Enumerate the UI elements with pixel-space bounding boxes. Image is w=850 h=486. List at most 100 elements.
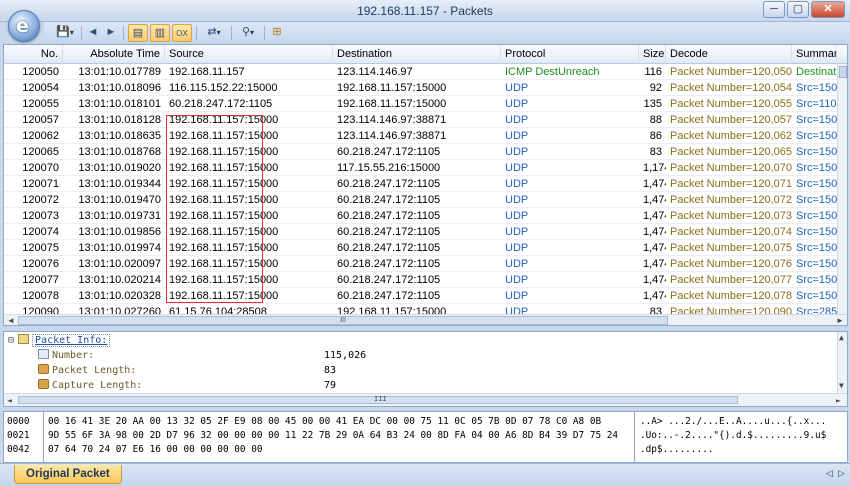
column-header-size[interactable]: Size [639, 45, 666, 64]
filter-icon[interactable]: ⚲▾ [235, 24, 261, 42]
app-orb-button[interactable]: e [8, 10, 40, 42]
cell-time: 13:01:10.019856 [78, 226, 161, 238]
cell-summary: Src=1500 [796, 114, 837, 126]
cell-time: 13:01:10.017789 [78, 66, 161, 78]
lock-icon[interactable]: ⊞ [268, 24, 286, 42]
minimize-button[interactable]: ─ [763, 1, 785, 18]
hex-offset: 0042 [7, 444, 30, 455]
grid-vertical-scrollbar[interactable] [837, 64, 847, 314]
column-header-destination[interactable]: Destination [333, 45, 501, 64]
table-row[interactable]: 120072 13:01:10.019470 192.168.11.157:1500… [4, 192, 837, 208]
table-row[interactable]: 120070 13:01:10.019020 192.168.11.157:1500… [4, 160, 837, 176]
hex-view-icon[interactable]: OX [172, 24, 192, 42]
cell-decode: Packet Number=120,072 [670, 194, 792, 206]
hex-ascii[interactable]: .dp$......... [640, 443, 713, 457]
packet-grid: No. Absolute Time Source Destination Pro… [3, 44, 848, 326]
cell-size: 86 [649, 130, 662, 142]
tree-field-packet-length[interactable]: Packet Length: [38, 363, 136, 378]
cell-summary: Destinati [796, 66, 837, 78]
hex-ascii[interactable]: ..A> ...2./...E..A....u...{..x... [640, 415, 826, 429]
cell-size: 83 [649, 146, 662, 158]
prev-icon[interactable]: ◄ [85, 24, 101, 42]
detail-view-icon[interactable]: ▥ [150, 24, 170, 42]
tab-scroll-right-icon[interactable]: ▷ [838, 468, 845, 479]
table-row[interactable]: 120055 13:01:10.018101 60.218.247.172:1105… [4, 96, 837, 112]
tab-original-packet[interactable]: Original Packet [14, 465, 122, 484]
cell-destination: 60.218.247.172:1105 [337, 146, 441, 158]
cell-time: 13:01:10.018128 [78, 114, 161, 126]
column-header-absolute-time[interactable]: Absolute Time [63, 45, 165, 64]
source-highlight-box [166, 115, 263, 303]
hex-ascii[interactable]: .Uo:..-.2...."{).d.$.........9.u$ [640, 429, 826, 443]
cell-time: 13:01:10.018635 [78, 130, 161, 142]
cell-no: 120073 [22, 210, 59, 222]
cell-protocol: UDP [505, 178, 529, 190]
cell-no: 120072 [22, 194, 59, 206]
table-row[interactable]: 120075 13:01:10.019974 192.168.11.157:1500… [4, 240, 837, 256]
list-view-icon[interactable]: ▤ [128, 24, 148, 42]
grid-horizontal-scrollbar[interactable]: ◄ III ► [4, 314, 847, 325]
column-header-summary[interactable]: Summar [792, 45, 837, 64]
table-row[interactable]: 120090 13:01:10.027260 61.15.76.104:28508 1… [4, 304, 837, 314]
cell-decode: Packet Number=120,054 [670, 82, 792, 94]
cell-summary: Src=1500 [796, 146, 837, 158]
table-row[interactable]: 120073 13:01:10.019731 192.168.11.157:1500… [4, 208, 837, 224]
tree-hscroll-thumb[interactable]: III [18, 395, 738, 404]
tab-scroll-left-icon[interactable]: ◁ [826, 468, 833, 479]
cell-size: 116 [644, 66, 662, 78]
cell-size: 88 [649, 114, 662, 126]
hex-bytes[interactable]: 9D 55 6F 3A 98 00 2D D7 96 32 00 00 00 0… [48, 429, 618, 443]
cell-summary: Src=1500 [796, 226, 837, 238]
tree-field-number[interactable]: Number: [38, 348, 94, 363]
packet-info-node[interactable]: ⊟ Packet Info: [8, 333, 111, 348]
tree-vertical-scrollbar[interactable]: ▲ ▼ [837, 332, 847, 393]
cell-time: 13:01:10.027260 [78, 306, 161, 314]
close-button[interactable]: ✕ [811, 1, 845, 18]
cell-decode: Packet Number=120,075 [670, 242, 792, 254]
cell-time: 13:01:10.019344 [78, 178, 161, 190]
table-row[interactable]: 120062 13:01:10.018635 192.168.11.157:1500… [4, 128, 837, 144]
table-row[interactable]: 120065 13:01:10.018768 192.168.11.157:1500… [4, 144, 837, 160]
table-row[interactable]: 120050 13:01:10.017789 192.168.11.157 123.1… [4, 64, 837, 80]
table-row[interactable]: 120074 13:01:10.019856 192.168.11.157:1500… [4, 224, 837, 240]
save-icon[interactable]: 💾▾ [52, 24, 78, 42]
tree-field-capture-length[interactable]: Capture Length: [38, 378, 142, 393]
hex-offset: 0000 [7, 416, 30, 427]
table-row[interactable]: 120057 13:01:10.018128 192.168.11.157:1500… [4, 112, 837, 128]
column-header-source[interactable]: Source [165, 45, 333, 64]
table-row[interactable]: 120054 13:01:10.018096 116.115.152.22:1500… [4, 80, 837, 96]
cell-decode: Packet Number=120,090 [670, 306, 792, 314]
table-row[interactable]: 120071 13:01:10.019344 192.168.11.157:1500… [4, 176, 837, 192]
hex-view: 0000 00 16 41 3E 20 AA 00 13 32 05 2F E9… [3, 411, 848, 463]
packet-info-header: Packet Info: [32, 334, 111, 347]
hex-bytes[interactable]: 00 16 41 3E 20 AA 00 13 32 05 2F E9 08 0… [48, 415, 601, 429]
column-header-decode[interactable]: Decode [666, 45, 792, 64]
next-icon[interactable]: ► [103, 24, 119, 42]
grid-header: No. Absolute Time Source Destination Pro… [4, 45, 847, 64]
maximize-button[interactable]: ▢ [787, 1, 809, 18]
hex-bytes[interactable]: 07 64 70 24 07 E6 16 00 00 00 00 00 00 [48, 443, 262, 457]
column-header-no[interactable]: No. [4, 45, 63, 64]
cell-summary: Src=1500 [796, 194, 837, 206]
property-icon [38, 364, 49, 374]
cell-source: 61.15.76.104:28508 [169, 306, 267, 314]
table-row[interactable]: 120076 13:01:10.020097 192.168.11.157:1500… [4, 256, 837, 272]
cell-no: 120065 [22, 146, 59, 158]
cell-no: 120050 [22, 66, 59, 78]
tree-value-number: 115,026 [324, 350, 367, 361]
export-icon[interactable]: ⇄▾ [200, 24, 228, 42]
tree-horizontal-scrollbar[interactable]: ◄ III ► [4, 393, 847, 406]
cell-no: 120055 [22, 98, 59, 110]
table-row[interactable]: 120077 13:01:10.020214 192.168.11.157:1500… [4, 272, 837, 288]
cell-protocol: ICMP DestUnreach [505, 66, 600, 78]
cell-protocol: UDP [505, 98, 529, 110]
column-header-protocol[interactable]: Protocol [501, 45, 639, 64]
cell-destination: 60.218.247.172:1105 [337, 178, 441, 190]
grid-hscroll-thumb[interactable]: III [18, 316, 668, 325]
table-row[interactable]: 120078 13:01:10.020328 192.168.11.157:1500… [4, 288, 837, 304]
cell-source: 116.115.152.22:15000 [169, 82, 278, 94]
cell-no: 120071 [22, 178, 59, 190]
cell-time: 13:01:10.018096 [78, 82, 161, 94]
tab-bar: Original Packet ◁ ▷ [0, 463, 850, 486]
cell-summary: Src=1500 [796, 274, 837, 286]
